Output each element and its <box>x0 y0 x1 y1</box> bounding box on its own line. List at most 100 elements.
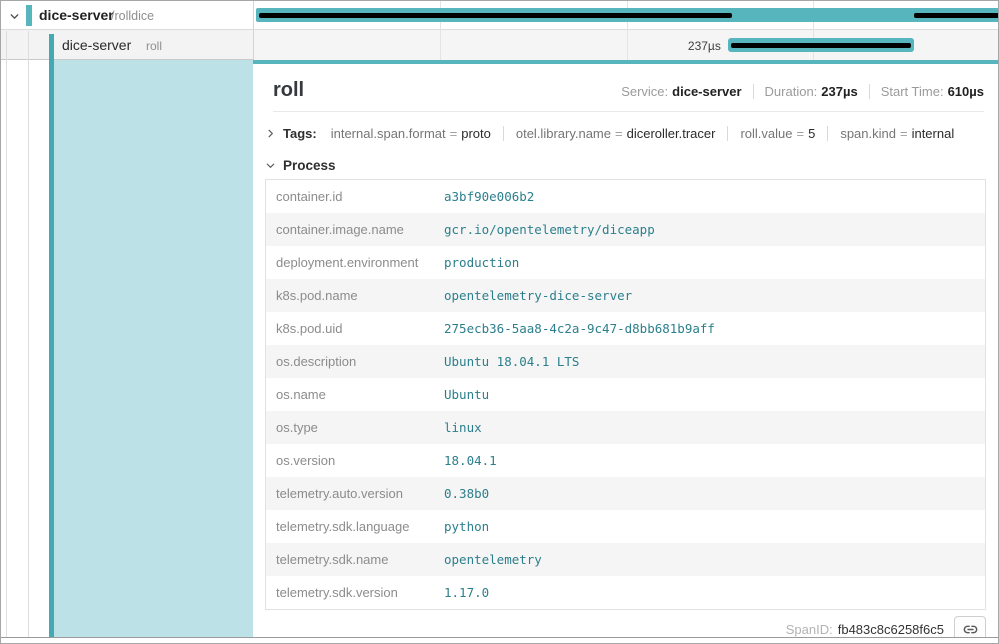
tag-key: roll.value <box>740 126 792 141</box>
child-self-time-segment <box>731 43 911 48</box>
process-value: Ubuntu 18.04.1 LTS <box>444 354 579 369</box>
process-key: os.type <box>276 420 444 435</box>
process-key: k8s.pod.uid <box>276 321 444 336</box>
tags-toggle[interactable]: Tags: <box>265 126 317 141</box>
child-span-bar[interactable] <box>728 38 914 52</box>
parent-span-bar[interactable] <box>256 8 999 22</box>
summary-start-time: Start Time: 610µs <box>869 84 984 99</box>
table-row: k8s.pod.nameopentelemetry-dice-server <box>266 279 985 312</box>
process-value: production <box>444 255 519 270</box>
operation-name: /rolldice <box>111 9 154 23</box>
table-row: telemetry.sdk.version1.17.0 <box>266 576 985 609</box>
spanid-value: fb483c8c6258f6c5 <box>838 622 944 637</box>
summary-value: 237µs <box>821 84 857 99</box>
tags-section: Tags: internal.span.format=proto otel.li… <box>265 122 984 144</box>
process-value: 18.04.1 <box>444 453 497 468</box>
process-value: 0.38b0 <box>444 486 489 501</box>
timeline: 237µs <box>253 1 999 60</box>
process-key: deployment.environment <box>276 255 444 270</box>
table-row: telemetry.sdk.nameopentelemetry <box>266 543 985 576</box>
table-row: os.descriptionUbuntu 18.04.1 LTS <box>266 345 985 378</box>
summary-label: Service: <box>621 84 668 99</box>
tag-equals: = <box>900 126 908 141</box>
tag-equals: = <box>450 126 458 141</box>
process-table: container.ida3bf90e006b2 container.image… <box>265 179 986 610</box>
service-name: dice-server <box>39 7 114 23</box>
table-row: telemetry.auto.version0.38b0 <box>266 477 985 510</box>
indent-guide <box>6 31 7 638</box>
span-detail-panel: roll Service: dice-server Duration:237µs … <box>253 60 998 638</box>
chevron-down-icon[interactable] <box>8 10 21 23</box>
summary-value: 610µs <box>948 84 984 99</box>
service-color-chip <box>26 5 32 26</box>
tag-value: 5 <box>808 126 815 141</box>
process-value: opentelemetry-dice-server <box>444 288 632 303</box>
tag-equals: = <box>615 126 623 141</box>
selected-span-highlight <box>54 60 253 638</box>
process-key: telemetry.sdk.version <box>276 585 444 600</box>
table-row: container.image.namegcr.io/opentelemetry… <box>266 213 985 246</box>
process-key: container.id <box>276 189 444 204</box>
process-value: 1.17.0 <box>444 585 489 600</box>
process-value: Ubuntu <box>444 387 489 402</box>
summary-duration: Duration:237µs <box>753 84 858 99</box>
table-row: container.ida3bf90e006b2 <box>266 180 985 213</box>
window-bottom-edge <box>1 637 998 638</box>
process-value: a3bf90e006b2 <box>444 189 534 204</box>
tag-item: internal.span.format =proto <box>331 126 491 141</box>
tag-equals: = <box>797 126 805 141</box>
table-row: k8s.pod.uid275ecb36-5aa8-4c2a-9c47-d8bb6… <box>266 312 985 345</box>
summary-label: Duration: <box>765 84 818 99</box>
process-value: linux <box>444 420 482 435</box>
indent-guide <box>28 31 29 638</box>
table-row: telemetry.sdk.languagepython <box>266 510 985 543</box>
tag-key: span.kind <box>840 126 896 141</box>
tag-value: internal <box>912 126 955 141</box>
span-detail-header: roll Service: dice-server Duration:237µs … <box>273 79 984 102</box>
table-row: deployment.environmentproduction <box>266 246 985 279</box>
process-value: 275ecb36-5aa8-4c2a-9c47-d8bb681b9aff <box>444 321 715 336</box>
chevron-right-icon <box>265 128 276 139</box>
process-key: container.image.name <box>276 222 444 237</box>
process-key: os.name <box>276 387 444 402</box>
table-row: os.version18.04.1 <box>266 444 985 477</box>
tag-value: diceroller.tracer <box>627 126 716 141</box>
tag-key: internal.span.format <box>331 126 446 141</box>
operation-name: roll <box>146 39 162 53</box>
summary-value: dice-server <box>672 84 741 99</box>
child-duration-label: 237µs <box>688 39 728 53</box>
deep-link-button[interactable] <box>954 616 986 638</box>
process-key: telemetry.sdk.language <box>276 519 444 534</box>
tag-value: proto <box>461 126 491 141</box>
process-key: telemetry.auto.version <box>276 486 444 501</box>
summary-service: Service: dice-server <box>621 84 741 99</box>
process-key: k8s.pod.name <box>276 288 444 303</box>
process-toggle[interactable]: Process <box>265 155 984 175</box>
tag-list: internal.span.format=proto otel.library.… <box>331 126 955 141</box>
span-summary: Service: dice-server Duration:237µs Start… <box>621 84 984 99</box>
chevron-down-icon <box>265 160 276 171</box>
span-title: roll <box>273 79 621 102</box>
process-key: os.description <box>276 354 444 369</box>
tag-item: otel.library.name = diceroller.tracer <box>503 126 716 141</box>
header-divider <box>273 111 984 112</box>
parent-self-time-segment <box>259 13 732 18</box>
trace-view: dice-server /rolldice dice-server roll 2… <box>0 0 999 644</box>
parent-self-time-segment <box>914 13 999 18</box>
summary-label: Start Time: <box>881 84 944 99</box>
process-key: telemetry.sdk.name <box>276 552 444 567</box>
process-value: gcr.io/opentelemetry/diceapp <box>444 222 655 237</box>
table-row: os.nameUbuntu <box>266 378 985 411</box>
process-value: python <box>444 519 489 534</box>
service-name: dice-server <box>62 37 131 53</box>
tag-item: roll.value =5 <box>727 126 815 141</box>
span-footer: SpanID: fb483c8c6258f6c5 <box>253 616 986 638</box>
tag-item: span.kind = internal <box>827 126 954 141</box>
table-row: os.typelinux <box>266 411 985 444</box>
tag-key: otel.library.name <box>516 126 611 141</box>
process-key: os.version <box>276 453 444 468</box>
tags-title: Tags: <box>283 126 317 141</box>
process-title: Process <box>283 158 336 173</box>
link-icon <box>962 621 979 638</box>
process-value: opentelemetry <box>444 552 542 567</box>
